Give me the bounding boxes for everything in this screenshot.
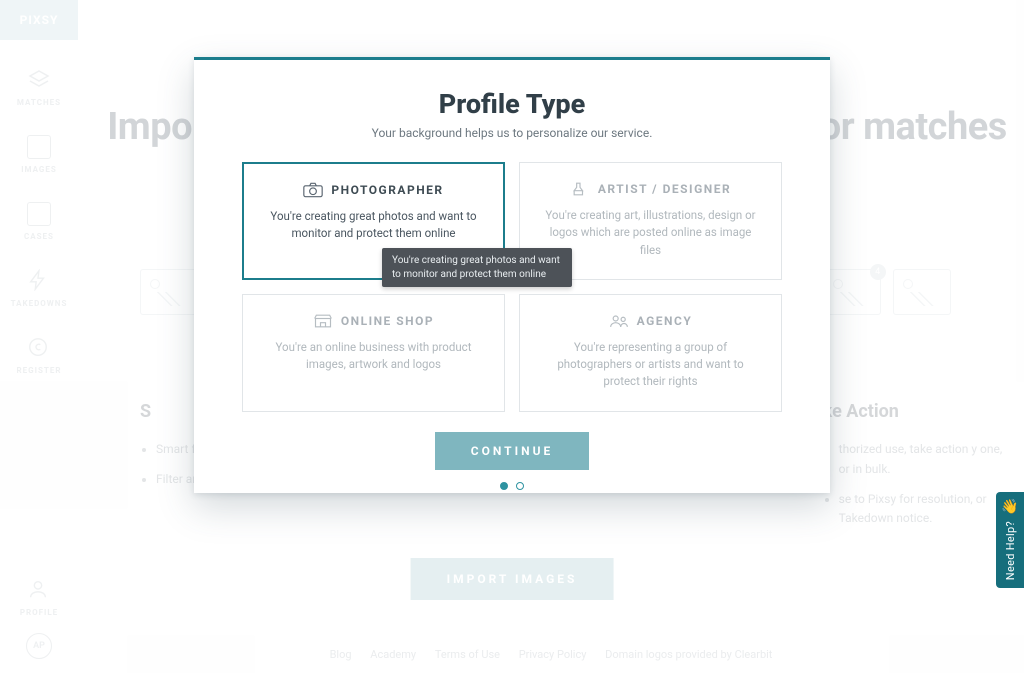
user-icon [27, 578, 51, 602]
option-desc: You're creating great photos and want to… [266, 208, 481, 243]
file-icon [27, 202, 51, 226]
option-desc: You're creating art, illustrations, desi… [543, 207, 758, 259]
option-title: AGENCY [637, 314, 693, 328]
brush-icon [570, 181, 590, 197]
tooltip: You're creating great photos and want to… [382, 248, 572, 287]
step-indicator [500, 482, 524, 490]
sidebar-profile[interactable]: PROFILE AP [0, 578, 78, 659]
sidebar-item-label: CASES [24, 232, 54, 241]
modal-title: Profile Type [439, 88, 586, 120]
feature-bullet: se to Pixsy for resolution, or Takedown … [839, 490, 1014, 530]
step-dot-1[interactable] [500, 482, 508, 490]
thumb-icon [893, 269, 951, 315]
thumb-icon [140, 269, 198, 315]
import-images-button[interactable]: IMPORT IMAGES [411, 558, 614, 600]
feature-bullet: thorized use, take action y one, or in b… [839, 440, 1014, 480]
help-tab[interactable]: Need Help? 👋 [996, 492, 1024, 588]
copyright-icon [27, 336, 51, 360]
layers-icon [27, 68, 51, 92]
avatar[interactable]: AP [26, 633, 52, 659]
option-agency[interactable]: AGENCY You're representing a group of ph… [519, 294, 782, 412]
people-icon [609, 313, 629, 329]
sidebar-item-label: TAKEDOWNS [11, 299, 68, 308]
footer-link[interactable]: Blog [330, 648, 352, 661]
sidebar-item-label: MATCHES [17, 98, 61, 107]
count-badge: 4 [870, 264, 886, 280]
sidebar-item-label: PROFILE [20, 608, 58, 617]
footer-link[interactable]: Privacy Policy [519, 648, 587, 661]
feature-col: 4 ke Action thorized use, take action y … [823, 275, 1014, 539]
sidebar-item-matches[interactable]: MATCHES [17, 68, 61, 107]
sidebar-item-register[interactable]: REGISTER [17, 336, 62, 375]
feature-title: ke Action [823, 401, 1014, 422]
footer-link[interactable]: Academy [370, 648, 416, 661]
option-title: ARTIST / DESIGNER [598, 182, 731, 196]
footer-text: Domain logos provided by Clearbit [605, 648, 772, 661]
footer-link[interactable]: Terms of Use [435, 648, 500, 661]
sidebar-item-takedowns[interactable]: TAKEDOWNS [11, 269, 68, 308]
shop-icon [313, 313, 333, 329]
option-desc: You're an online business with product i… [266, 339, 481, 374]
modal-subtitle: Your background helps us to personalize … [372, 126, 653, 140]
brand-logo: PIXSY [0, 0, 78, 40]
option-online-shop[interactable]: ONLINE SHOP You're an online business wi… [242, 294, 505, 412]
footer: Blog Academy Terms of Use Privacy Policy… [78, 648, 1024, 661]
continue-button[interactable]: CONTINUE [435, 432, 590, 470]
sidebar-item-cases[interactable]: CASES [24, 202, 54, 241]
bolt-icon [27, 269, 51, 293]
sidebar: MATCHES IMAGES CASES TAKEDOWNS REGISTER [0, 56, 78, 375]
step-dot-2[interactable] [516, 482, 524, 490]
sidebar-item-label: IMAGES [21, 165, 57, 174]
sidebar-item-label: REGISTER [17, 366, 62, 375]
option-title: ONLINE SHOP [341, 314, 434, 328]
option-title: PHOTOGRAPHER [331, 183, 443, 197]
wave-icon: 👋 [1001, 499, 1018, 515]
image-icon [27, 135, 51, 159]
sidebar-item-images[interactable]: IMAGES [21, 135, 57, 174]
help-tab-label: Need Help? [1004, 521, 1017, 580]
thumb-icon: 4 [823, 269, 881, 315]
option-desc: You're representing a group of photograp… [543, 339, 758, 391]
camera-icon [303, 182, 323, 198]
